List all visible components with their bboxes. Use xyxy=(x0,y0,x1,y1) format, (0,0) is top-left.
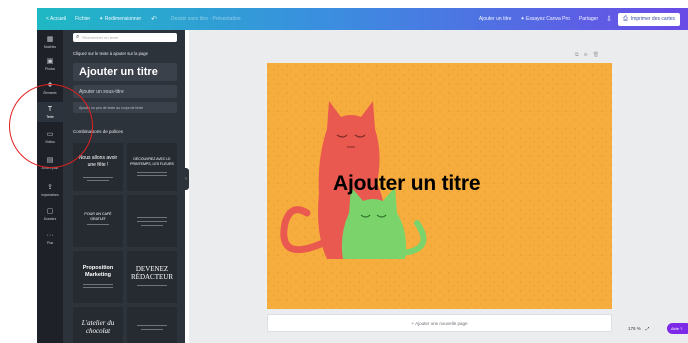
card-fine-print xyxy=(137,217,167,218)
home-button[interactable]: < Accueil xyxy=(46,16,66,22)
delete-page-icon[interactable]: 🗑 xyxy=(593,52,599,58)
font-combo-card[interactable] xyxy=(127,307,177,343)
card-fine-print xyxy=(137,172,167,173)
rail-label: Modèles xyxy=(43,44,57,49)
resize-button[interactable]: ✦ Redimensionner xyxy=(99,16,141,22)
card-line: POUR UN CAFÉ xyxy=(84,212,112,216)
rail-item-uploads[interactable]: ⇪ Importations xyxy=(37,180,63,200)
font-combo-card[interactable]: Proposition Marketing xyxy=(73,251,123,303)
more-icon: ··· xyxy=(46,231,54,239)
add-page-icon[interactable]: ⊕ xyxy=(584,52,588,58)
add-subtitle-button[interactable]: Ajouter un sous-titre xyxy=(73,85,177,98)
canva-editor: < Accueil Fichier ✦ Redimensionner ↶ Des… xyxy=(0,0,688,343)
card-fine-print xyxy=(137,221,167,222)
add-title-button[interactable]: Ajouter un titre xyxy=(73,63,177,81)
folder-icon: ▢ xyxy=(46,207,54,215)
font-combo-card[interactable]: DEVENEZ RÉDACTEUR xyxy=(127,251,177,303)
print-cards-button[interactable]: ⎙ Imprimer des cartes xyxy=(618,12,680,26)
font-combo-card[interactable]: POUR UN CAFÉ GRATUIT xyxy=(73,195,123,247)
add-new-page-button[interactable]: + Ajouter une nouvelle page xyxy=(267,314,612,332)
font-combo-card[interactable] xyxy=(127,195,177,247)
font-combo-card[interactable]: DÉCOUVREZ AVEC LE PRINTEMPS, LES FLEURS xyxy=(127,143,177,191)
card-fine-print xyxy=(87,224,109,225)
card-line: L'atelier du xyxy=(81,319,115,327)
font-combo-card[interactable]: L'atelier du chocolat xyxy=(73,307,123,343)
text-panel: ⌕ Rechercher du texte Cliquez sur le tex… xyxy=(63,30,185,343)
card-line: Proposition xyxy=(82,265,114,271)
rail-label: Dossiers xyxy=(43,216,57,221)
page-tools: ⧉ ⊕ 🗑 xyxy=(575,52,599,58)
photos-icon: ▣ xyxy=(46,57,54,65)
card-line: PRINTEMPS, LES FLEURS xyxy=(130,162,174,166)
search-icon: ⌕ xyxy=(76,34,80,40)
undo-icon[interactable]: ↶ xyxy=(151,15,157,23)
add-effects-button[interactable]: Ajouter un titre xyxy=(479,16,512,22)
card-line: GRATUIT xyxy=(90,217,106,221)
share-button[interactable]: Partager xyxy=(579,16,598,22)
panel-hint: Cliquez sur le texte à ajouter sur la pa… xyxy=(73,51,148,56)
card-fine-print xyxy=(141,329,163,330)
card-line: RÉDACTEUR xyxy=(131,273,173,281)
card-fine-print xyxy=(141,225,163,226)
printer-icon: ⎙ xyxy=(623,15,628,22)
document-title[interactable]: Dessin sans titre - Présentation xyxy=(171,16,240,22)
rail-item-folders[interactable]: ▢ Dossiers xyxy=(37,204,63,224)
upload-icon: ⇪ xyxy=(47,183,53,191)
fullscreen-icon[interactable]: ⤢ xyxy=(646,326,650,331)
card-fine-print xyxy=(87,180,109,181)
download-arrow-icon[interactable]: ⇩ xyxy=(606,15,612,23)
side-rail: ▦ Modèles ▣ Photos ❖ Éléments T Texte ▭ … xyxy=(37,30,63,343)
zoom-level[interactable]: 176 % xyxy=(628,326,641,331)
red-circle-annotation xyxy=(9,84,93,168)
card-fine-print xyxy=(137,325,167,326)
duplicate-page-icon[interactable]: ⧉ xyxy=(575,52,579,58)
card-line: DÉCOUVREZ AVEC LE xyxy=(133,157,171,161)
rail-item-photos[interactable]: ▣ Photos xyxy=(37,54,63,74)
print-cards-label: Imprimer des cartes xyxy=(630,16,675,22)
card-fine-print xyxy=(137,175,167,176)
rail-item-templates[interactable]: ▦ Modèles xyxy=(37,32,63,52)
rail-label: Plus xyxy=(46,240,54,245)
help-button[interactable]: Aide ? xyxy=(667,323,688,334)
templates-icon: ▦ xyxy=(46,35,54,43)
left-margin xyxy=(0,0,37,343)
top-bar: < Accueil Fichier ✦ Redimensionner ↶ Des… xyxy=(37,8,688,30)
card-line: Nous allons avoir xyxy=(78,155,118,161)
rail-label: Importations xyxy=(41,192,59,197)
search-placeholder: Rechercher du texte xyxy=(82,35,119,40)
zoom-controls: 176 % ⤢ xyxy=(628,326,649,331)
card-fine-print xyxy=(83,287,113,288)
card-fine-print xyxy=(83,177,113,178)
rail-label: Photos xyxy=(45,66,55,71)
search-input[interactable]: ⌕ Rechercher du texte xyxy=(73,33,177,42)
card-fine-print xyxy=(137,285,167,286)
try-pro-button[interactable]: ✦ Essayez Canva Pro xyxy=(520,16,570,22)
card-line: chocolat xyxy=(85,327,111,335)
file-menu[interactable]: Fichier xyxy=(75,16,90,22)
card-line: une fête ! xyxy=(87,162,109,168)
rail-item-more[interactable]: ··· Plus xyxy=(37,228,63,248)
card-line: Marketing xyxy=(85,272,111,278)
page-title-text[interactable]: Ajouter un titre xyxy=(333,172,480,196)
card-fine-print xyxy=(83,284,113,285)
card-line: DEVENEZ xyxy=(135,265,169,273)
